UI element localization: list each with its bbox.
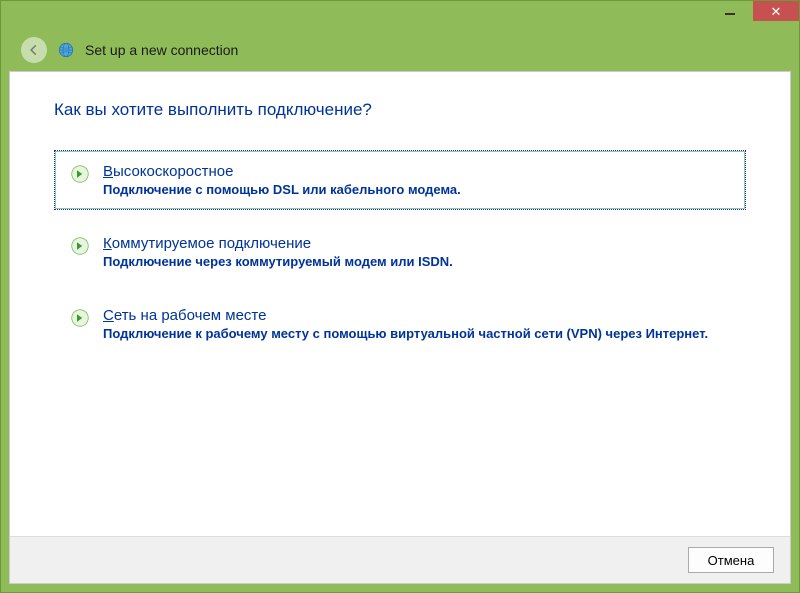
content-wrap: Как вы хотите выполнить подключение? Выс… [1,71,799,592]
back-arrow-icon [27,43,41,57]
globe-icon [57,41,75,59]
arrow-right-icon [71,165,89,183]
footer: Отмена [10,536,790,583]
connection-options: Высокоскоростное Подключение с помощью D… [54,150,746,354]
content-panel: Как вы хотите выполнить подключение? Выс… [9,71,791,584]
option-dialup[interactable]: Коммутируемое подключение Подключение че… [54,222,746,282]
wizard-window: ✕ Set up a new connection Как вы хотите … [0,0,800,593]
titlebar: ✕ [1,1,799,29]
close-icon: ✕ [771,5,782,18]
option-title: Коммутируемое подключение [103,235,729,252]
close-button[interactable]: ✕ [753,1,799,21]
arrow-right-icon [71,237,89,255]
wizard-title: Set up a new connection [85,42,238,58]
option-desc: Подключение к рабочему месту с помощью в… [103,326,729,341]
page-heading: Как вы хотите выполнить подключение? [54,100,746,120]
option-workplace[interactable]: Сеть на рабочем месте Подключение к рабо… [54,294,746,354]
option-desc: Подключение через коммутируемый модем ил… [103,254,729,269]
back-button[interactable] [21,37,47,63]
option-text: Высокоскоростное Подключение с помощью D… [103,163,729,197]
minimize-icon [725,13,735,15]
option-desc: Подключение с помощью DSL или кабельного… [103,182,729,197]
cancel-button[interactable]: Отмена [688,547,774,573]
option-text: Сеть на рабочем месте Подключение к рабо… [103,307,729,341]
option-title: Высокоскоростное [103,163,729,180]
option-title: Сеть на рабочем месте [103,307,729,324]
window-controls: ✕ [707,1,799,29]
content-inner: Как вы хотите выполнить подключение? Выс… [10,72,790,536]
minimize-button[interactable] [707,1,753,21]
header-row: Set up a new connection [1,29,799,71]
option-text: Коммутируемое подключение Подключение че… [103,235,729,269]
arrow-right-icon [71,309,89,327]
option-broadband[interactable]: Высокоскоростное Подключение с помощью D… [54,150,746,210]
